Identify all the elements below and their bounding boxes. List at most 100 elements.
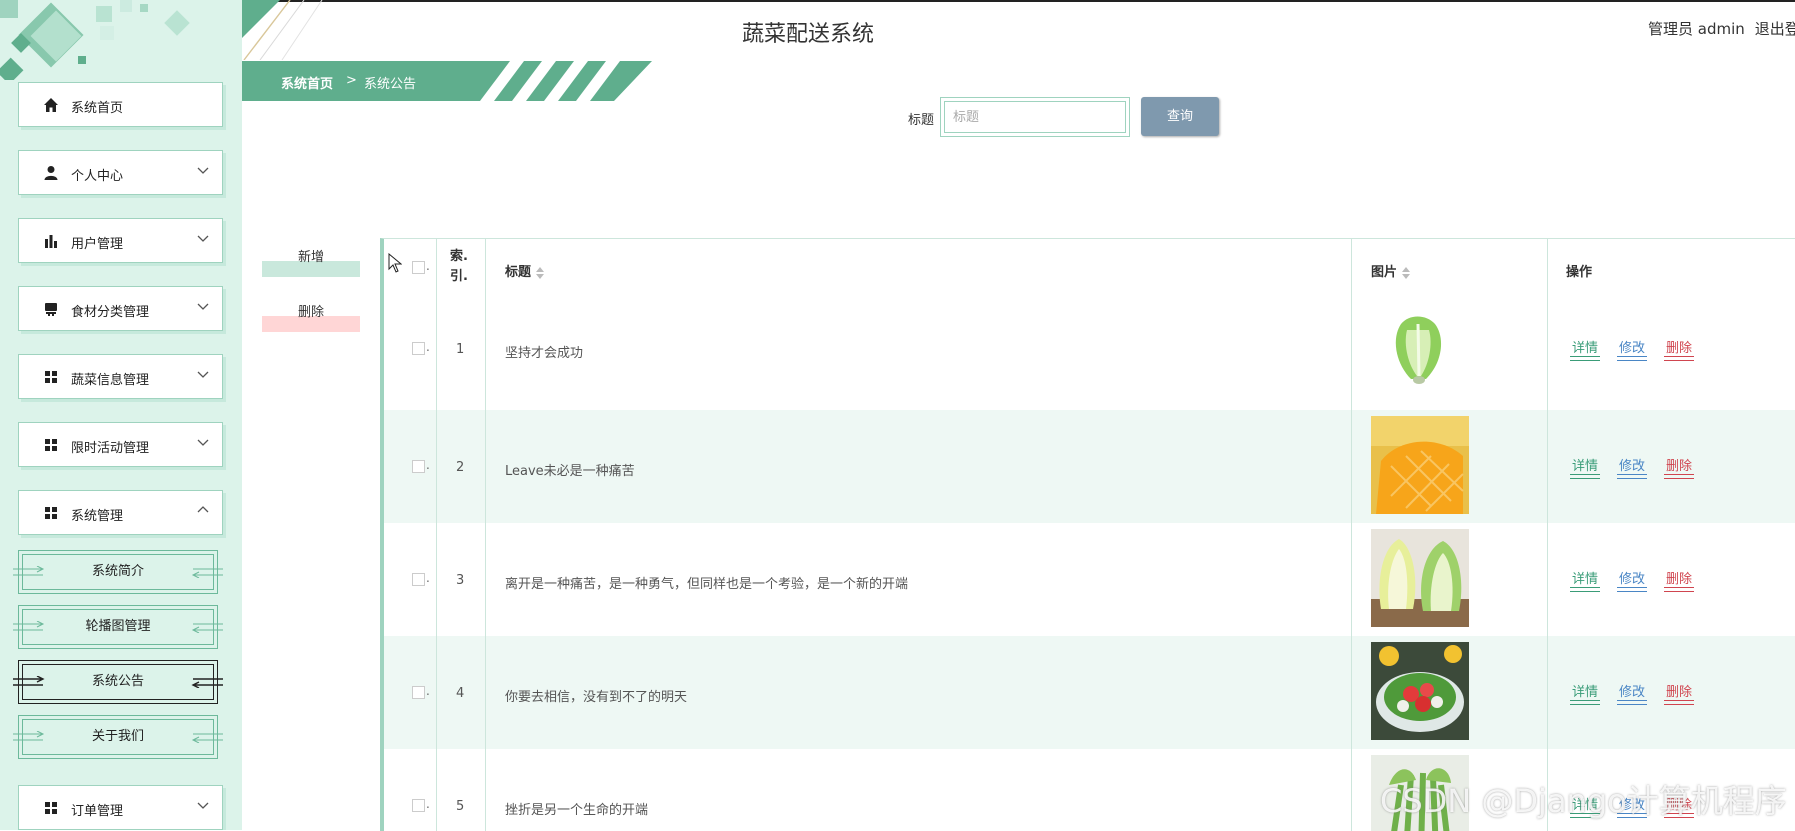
sidebar-subitem-about-us[interactable]: 关于我们 xyxy=(13,715,223,759)
link-underline xyxy=(1617,591,1648,592)
column-header-title-label: 标题 xyxy=(505,265,532,280)
row-title: Leave未必是一种痛苦 xyxy=(505,464,635,479)
chevron-down-icon xyxy=(197,371,209,378)
arrow-right-decoration-icon xyxy=(191,623,223,633)
chevron-down-icon xyxy=(197,235,209,242)
cabbage-image xyxy=(1371,304,1469,402)
row-checkbox[interactable] xyxy=(412,573,425,586)
sidebar-subitem-announcement[interactable]: 系统公告 xyxy=(13,660,223,704)
app-title: 蔬菜配送系统 xyxy=(742,22,875,47)
napa-cabbage-image xyxy=(1371,529,1469,627)
delete-button[interactable]: 删除 xyxy=(262,297,360,332)
sidebar-subitem-label: 轮播图管理 xyxy=(85,619,151,634)
arrow-left-decoration-icon xyxy=(13,731,45,741)
sidebar-subitem-label: 系统简介 xyxy=(91,564,144,579)
sort-icon xyxy=(1402,266,1411,279)
sidebar-item-label: 个人中心 xyxy=(71,169,124,184)
edit-link[interactable]: 修改 xyxy=(1617,455,1648,479)
announcement-table: . 索.引. 标题 图片 操作 . 1 坚持才会成功 详情 修改 删除 . 2 … xyxy=(380,238,1795,831)
select-all-checkbox[interactable] xyxy=(412,261,425,274)
sidebar-item-label: 系统管理 xyxy=(71,509,124,524)
link-underline xyxy=(1664,474,1695,475)
row-index: 3 xyxy=(456,573,465,588)
detail-link[interactable]: 详情 xyxy=(1570,568,1601,592)
link-underline xyxy=(1570,360,1601,361)
edit-link-label: 修改 xyxy=(1619,572,1646,587)
link-underline xyxy=(1570,478,1601,479)
column-divider xyxy=(485,239,486,831)
delete-link[interactable]: 删除 xyxy=(1664,568,1695,592)
delete-link-label: 删除 xyxy=(1666,459,1693,474)
sidebar-item-label: 限时活动管理 xyxy=(71,441,150,456)
sidebar-item-orders[interactable]: 订单管理 xyxy=(18,785,223,830)
user-info: 管理员 admin 退出登 xyxy=(1648,18,1795,39)
link-underline xyxy=(1664,356,1695,357)
row-index: 4 xyxy=(456,686,465,701)
sort-icon xyxy=(536,266,545,279)
column-header-index: 索.引. xyxy=(450,249,468,284)
watermark: CSDN @Django计算机程序 xyxy=(1380,782,1787,820)
grid-icon xyxy=(45,507,57,519)
checkbox-dot: . xyxy=(426,571,430,585)
sidebar-item-profile[interactable]: 个人中心 xyxy=(18,150,223,195)
column-header-ops: 操作 xyxy=(1566,265,1593,280)
delete-link[interactable]: 删除 xyxy=(1664,337,1695,361)
edit-link[interactable]: 修改 xyxy=(1617,568,1648,592)
delete-link[interactable]: 删除 xyxy=(1664,681,1695,705)
sidebar-item-home[interactable]: 系统首页 xyxy=(18,82,223,127)
link-underline xyxy=(1664,700,1695,701)
edit-link-label: 修改 xyxy=(1619,459,1646,474)
sidebar-subitem-carousel[interactable]: 轮播图管理 xyxy=(13,605,223,649)
breadcrumb-home-link[interactable]: 系统首页 xyxy=(281,73,333,92)
sidebar-item-ingredient-category[interactable]: 食材分类管理 xyxy=(18,286,223,331)
delete-link[interactable]: 删除 xyxy=(1664,455,1695,479)
link-underline xyxy=(1664,478,1695,479)
column-header-title[interactable]: 标题 xyxy=(505,261,545,280)
sidebar-item-vegetable-info[interactable]: 蔬菜信息管理 xyxy=(18,354,223,399)
detail-link[interactable]: 详情 xyxy=(1570,681,1601,705)
detail-link[interactable]: 详情 xyxy=(1570,455,1601,479)
table-row: . 3 离开是一种痛苦，是一种勇气，但同样也是一个考验，是一个新的开端 详情 修… xyxy=(384,523,1795,636)
sidebar-subitem-label: 关于我们 xyxy=(91,729,144,744)
link-underline xyxy=(1617,356,1648,357)
link-underline xyxy=(1664,591,1695,592)
column-header-image[interactable]: 图片 xyxy=(1371,261,1411,280)
sidebar-item-flash-sale[interactable]: 限时活动管理 xyxy=(18,422,223,467)
row-checkbox[interactable] xyxy=(412,686,425,699)
chevron-down-icon xyxy=(197,303,209,310)
detail-link[interactable]: 详情 xyxy=(1570,337,1601,361)
add-button[interactable]: 新增 xyxy=(262,242,360,277)
link-underline xyxy=(1570,587,1601,588)
sidebar-item-users[interactable]: 用户管理 xyxy=(18,218,223,263)
sidebar-item-system[interactable]: 系统管理 xyxy=(18,490,223,535)
edit-link[interactable]: 修改 xyxy=(1617,337,1648,361)
search-input[interactable] xyxy=(944,101,1126,133)
arrow-left-decoration-icon xyxy=(13,566,45,576)
table-header-row: . 索.引. 标题 图片 操作 xyxy=(384,239,1795,297)
row-checkbox[interactable] xyxy=(412,460,425,473)
edit-link-label: 修改 xyxy=(1619,341,1646,356)
detail-link-label: 详情 xyxy=(1572,572,1599,587)
checkbox-dot: . xyxy=(426,797,430,811)
chevron-down-icon xyxy=(197,439,209,446)
sidebar-item-label: 食材分类管理 xyxy=(71,305,150,320)
user-label: 管理员 admin xyxy=(1648,20,1745,38)
row-index: 1 xyxy=(456,342,465,357)
delete-link-label: 删除 xyxy=(1666,341,1693,356)
sidebar-subitem-system-intro[interactable]: 系统简介 xyxy=(13,550,223,594)
checkbox-dot: . xyxy=(426,458,430,472)
sidebar-item-label: 系统首页 xyxy=(71,101,124,116)
edit-link[interactable]: 修改 xyxy=(1617,681,1648,705)
link-underline xyxy=(1617,474,1648,475)
search-button[interactable]: 查询 xyxy=(1141,97,1219,136)
breadcrumb: 系统首页 > 系统公告 xyxy=(242,61,652,101)
bar-chart-icon xyxy=(45,235,57,248)
row-title: 离开是一种痛苦，是一种勇气，但同样也是一个考验，是一个新的开端 xyxy=(505,577,909,592)
sidebar-subitem-label: 系统公告 xyxy=(91,674,144,689)
chevron-up-icon xyxy=(197,506,209,513)
arrow-right-decoration-icon xyxy=(191,678,223,688)
logout-link[interactable]: 退出登 xyxy=(1755,20,1795,38)
row-checkbox[interactable] xyxy=(412,799,425,812)
checkbox-dot: . xyxy=(426,340,430,354)
row-checkbox[interactable] xyxy=(412,342,425,355)
